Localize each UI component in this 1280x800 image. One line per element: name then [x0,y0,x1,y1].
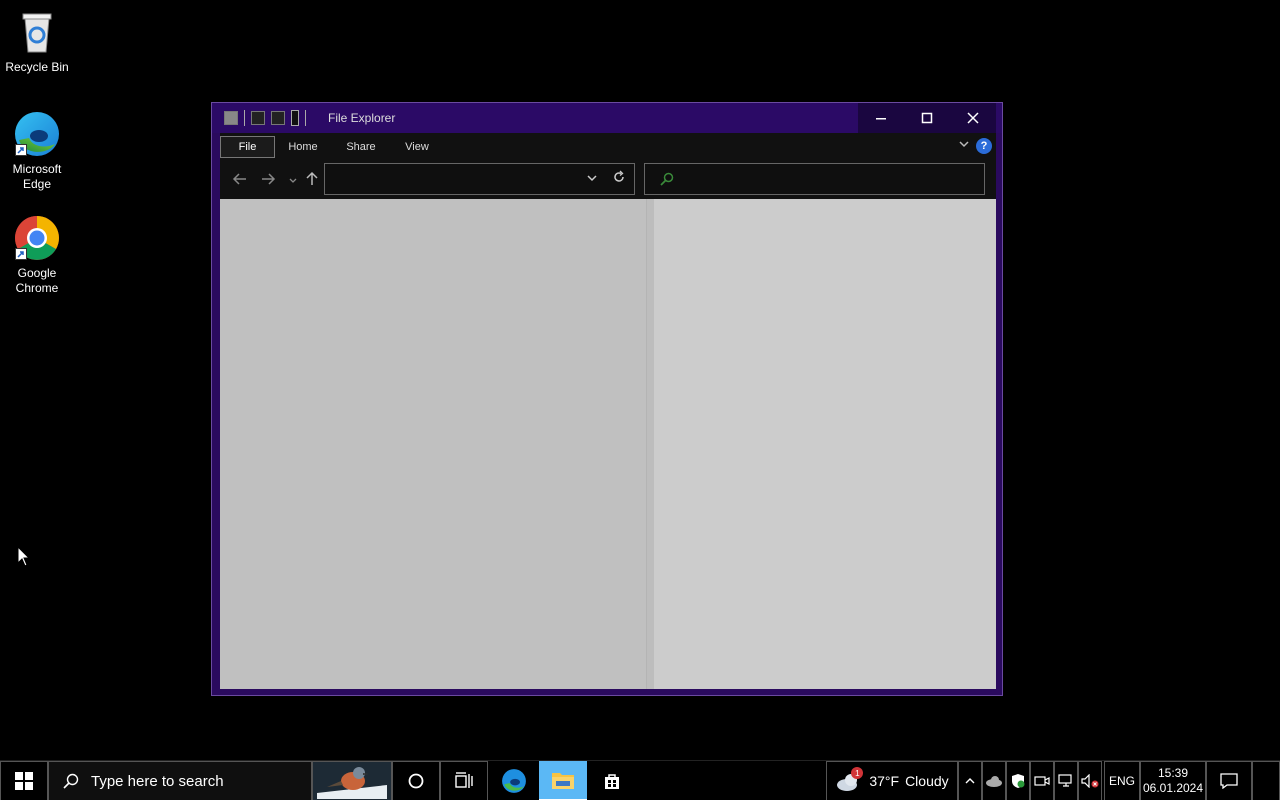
cloud-icon: 1 [835,767,864,793]
maximize-icon [921,112,933,124]
maximize-button[interactable] [904,103,950,133]
tray-meet-now[interactable] [1030,761,1054,800]
file-explorer-window: File Explorer File Home Share View ? [211,102,1003,696]
up-arrow-icon [306,171,318,185]
search-highlight-image[interactable] [312,761,392,800]
close-button[interactable] [950,103,996,133]
minimize-button[interactable] [858,103,904,133]
weather-condition: Cloudy [905,773,949,789]
back-button[interactable] [232,171,248,192]
tray-onedrive[interactable] [982,761,1006,800]
store-bag-icon [605,774,619,789]
refresh-icon[interactable] [612,170,626,188]
cortana-button[interactable] [392,761,440,800]
quick-access-toolbar [224,110,306,126]
volume-muted-icon [1081,774,1099,788]
language-indicator[interactable]: ENG [1104,761,1140,800]
up-button[interactable] [304,171,320,192]
help-icon[interactable]: ? [976,138,992,154]
show-hidden-icons-button[interactable] [958,761,982,800]
forward-button[interactable] [260,171,276,192]
edge-icon [502,769,526,793]
desktop-icon-recycle-bin[interactable]: Recycle Bin [0,8,74,75]
recycle-bin-icon [13,8,61,56]
taskbar-search-box[interactable]: Type here to search [48,761,312,800]
title-bar[interactable]: File Explorer [212,103,1002,133]
desktop-icon-label: Google Chrome [15,266,59,295]
clock-date: 06.01.2024 [1142,781,1204,795]
search-icon [659,171,675,192]
mouse-cursor-icon [17,545,31,573]
chevron-up-icon [965,778,975,784]
folder-icon [552,773,574,789]
tab-home[interactable]: Home [282,136,324,158]
notification-icon [1220,773,1238,789]
windows-logo-icon [15,772,33,790]
onedrive-icon [986,776,1002,787]
search-icon [63,773,79,789]
bird-illustration-icon [317,767,387,799]
edge-icon [13,110,61,158]
chevron-down-icon [289,178,297,183]
ribbon-tabs: File Home Share View ? [220,133,996,161]
shortcut-arrow-icon [15,248,27,260]
taskbar-file-explorer-button[interactable] [539,761,587,800]
window-app-icon[interactable] [224,111,238,125]
tray-security[interactable] [1006,761,1030,800]
properties-icon[interactable] [251,111,265,125]
address-bar[interactable] [324,163,635,195]
tab-share[interactable]: Share [338,136,384,158]
clock[interactable]: 15:39 06.01.2024 [1140,761,1206,800]
cortana-circle-icon [408,773,424,789]
tray-network[interactable] [1054,761,1078,800]
clock-time: 15:39 [1157,766,1189,780]
show-desktop-button[interactable] [1252,761,1280,800]
action-center-button[interactable] [1206,761,1252,800]
expand-ribbon-chevron-icon[interactable] [958,138,970,153]
navigation-bar [220,161,996,199]
desktop-icon-chrome[interactable]: Google Chrome [0,214,74,296]
taskbar-store-button[interactable] [588,761,636,800]
weather-widget[interactable]: 1 37°F Cloudy [826,761,958,800]
tray-volume[interactable] [1078,761,1102,800]
task-view-icon [455,772,473,788]
pane-splitter[interactable] [646,199,654,689]
desktop-icon-label: Recycle Bin [5,60,69,74]
camera-icon [1034,776,1050,786]
qa-separator [244,110,245,126]
customize-qa-dropdown[interactable] [291,110,299,126]
tab-view[interactable]: View [397,136,437,158]
search-box[interactable] [644,163,985,195]
start-button[interactable] [0,761,48,800]
shortcut-arrow-icon [15,144,27,156]
tab-file[interactable]: File [220,136,275,158]
network-icon [1058,774,1072,787]
weather-temperature: 37°F [869,773,900,789]
minimize-icon [876,118,886,120]
file-list-pane[interactable] [654,199,996,689]
desktop-icon-edge[interactable]: Microsoft Edge [0,110,74,192]
close-icon [967,112,979,124]
taskbar-edge-button[interactable] [490,761,538,800]
taskbar-search-placeholder: Type here to search [91,772,224,790]
address-dropdown-icon[interactable] [586,172,598,187]
recent-locations-button[interactable] [288,173,298,191]
qa-separator [305,110,306,126]
back-arrow-icon [232,173,246,185]
window-title: File Explorer [328,111,396,125]
task-view-button[interactable] [440,761,488,800]
taskbar: Type here to search 1 37°F Cloudy ENG 15… [0,760,1280,800]
forward-arrow-icon [262,173,276,185]
shield-icon [1012,774,1025,788]
chrome-icon [13,214,61,262]
new-folder-icon[interactable] [271,111,285,125]
desktop-icon-label: Microsoft Edge [12,162,62,191]
navigation-pane[interactable] [220,199,654,689]
